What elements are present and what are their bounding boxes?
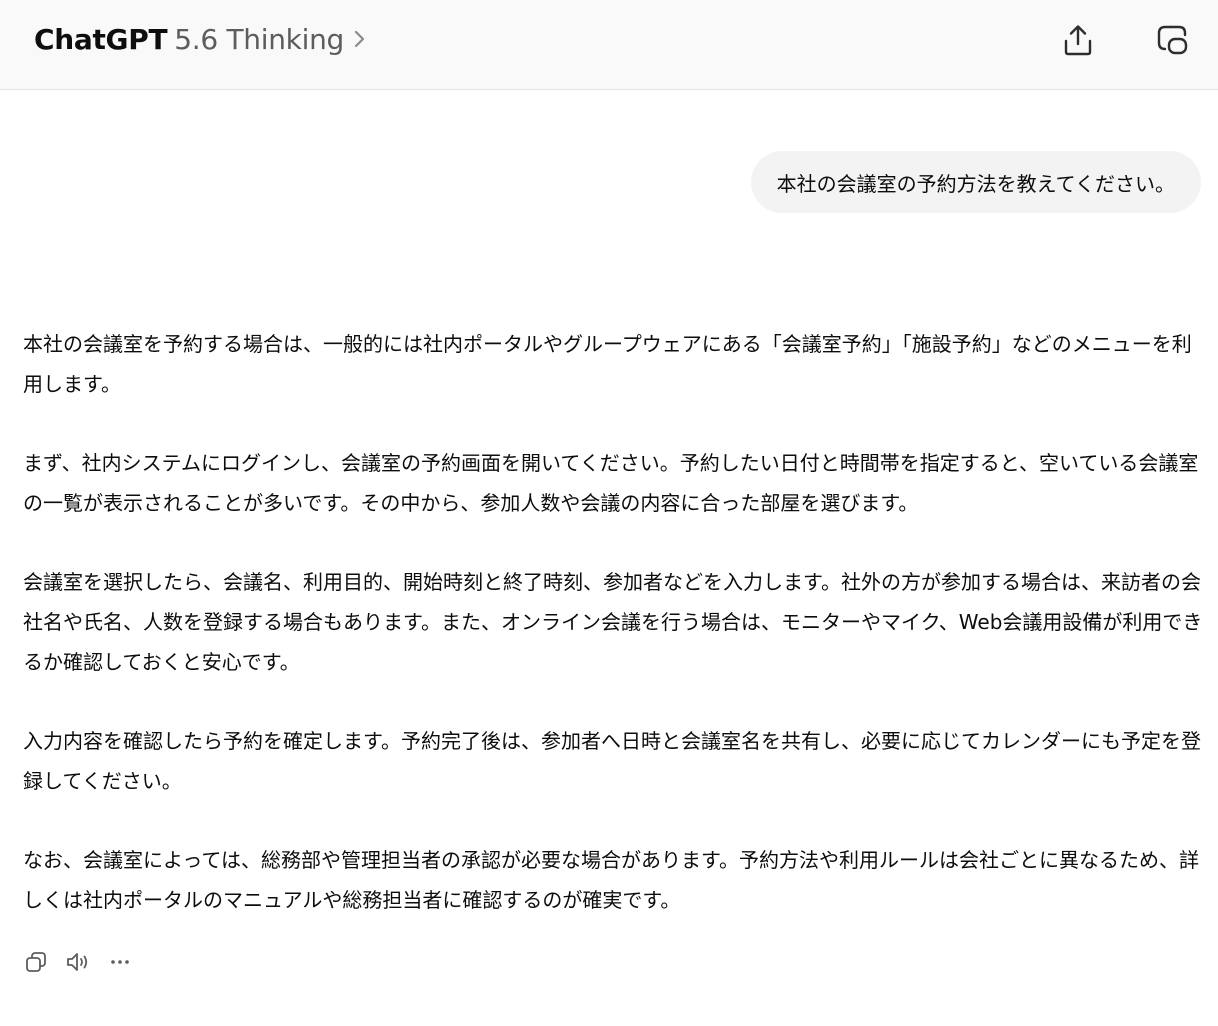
assistant-message: 本社の会議室を予約する場合は、一般的には社内ポータルやグループウェアにある「会議…	[23, 324, 1203, 920]
assistant-paragraph: なお、会議室によっては、総務部や管理担当者の承認が必要な場合があります。予約方法…	[23, 848, 1199, 912]
brand-name: ChatGPT	[34, 22, 168, 56]
user-message-bubble: 本社の会議室の予約方法を教えてください。	[750, 151, 1201, 213]
assistant-paragraph: 会議室を選択したら、会議名、利用目的、開始時刻と終了時刻、参加者などを入力します…	[23, 570, 1203, 674]
model-name: 5.6 Thinking	[174, 22, 344, 56]
copy-icon	[26, 952, 46, 972]
chevron-right-icon	[354, 30, 365, 48]
share-icon	[1064, 25, 1092, 56]
copy-button[interactable]	[18, 944, 54, 980]
more-icon	[111, 960, 129, 964]
new-chat-button[interactable]	[1148, 16, 1196, 64]
assistant-paragraph: まず、社内システムにログインし、会議室の予約画面を開いてください。予約したい日付…	[23, 451, 1199, 515]
assistant-paragraph: 入力内容を確認したら予約を確定します。予約完了後は、参加者へ日時と会議室名を共有…	[23, 729, 1201, 793]
top-bar: ChatGPT 5.6 Thinking	[0, 0, 1218, 90]
assistant-paragraph: 本社の会議室を予約する場合は、一般的には社内ポータルやグループウェアにある「会議…	[23, 332, 1192, 396]
user-message-text: 本社の会議室の予約方法を教えてください。	[776, 171, 1175, 196]
new-chat-icon	[1157, 25, 1188, 55]
read-aloud-icon	[67, 953, 88, 971]
more-button[interactable]	[102, 944, 138, 980]
read-aloud-button[interactable]	[60, 944, 96, 980]
message-actions	[18, 944, 138, 980]
share-button[interactable]	[1054, 16, 1102, 64]
model-switcher[interactable]: ChatGPT 5.6 Thinking	[34, 18, 367, 60]
